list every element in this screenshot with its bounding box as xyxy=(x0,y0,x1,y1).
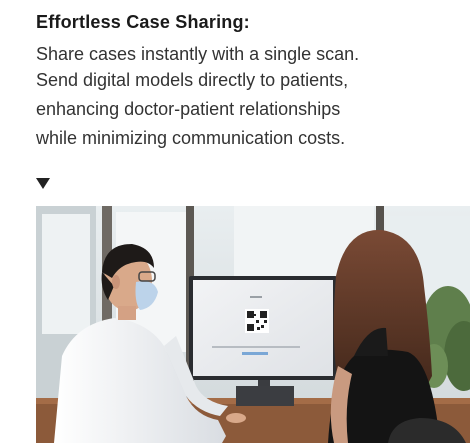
description-line-3: enhancing doctor-patient relationships xyxy=(36,99,341,119)
down-triangle-icon xyxy=(36,178,50,189)
case-sharing-photo xyxy=(36,206,470,443)
feature-heading: Effortless Case Sharing: xyxy=(36,12,250,32)
description-line-4: while minimizing communication costs. xyxy=(36,128,346,148)
description-line-2: Send digital models directly to patients… xyxy=(36,70,349,90)
feature-description: Share cases instantly with a single scan… xyxy=(36,41,466,151)
description-line-1: Share cases instantly with a single scan… xyxy=(36,44,360,64)
